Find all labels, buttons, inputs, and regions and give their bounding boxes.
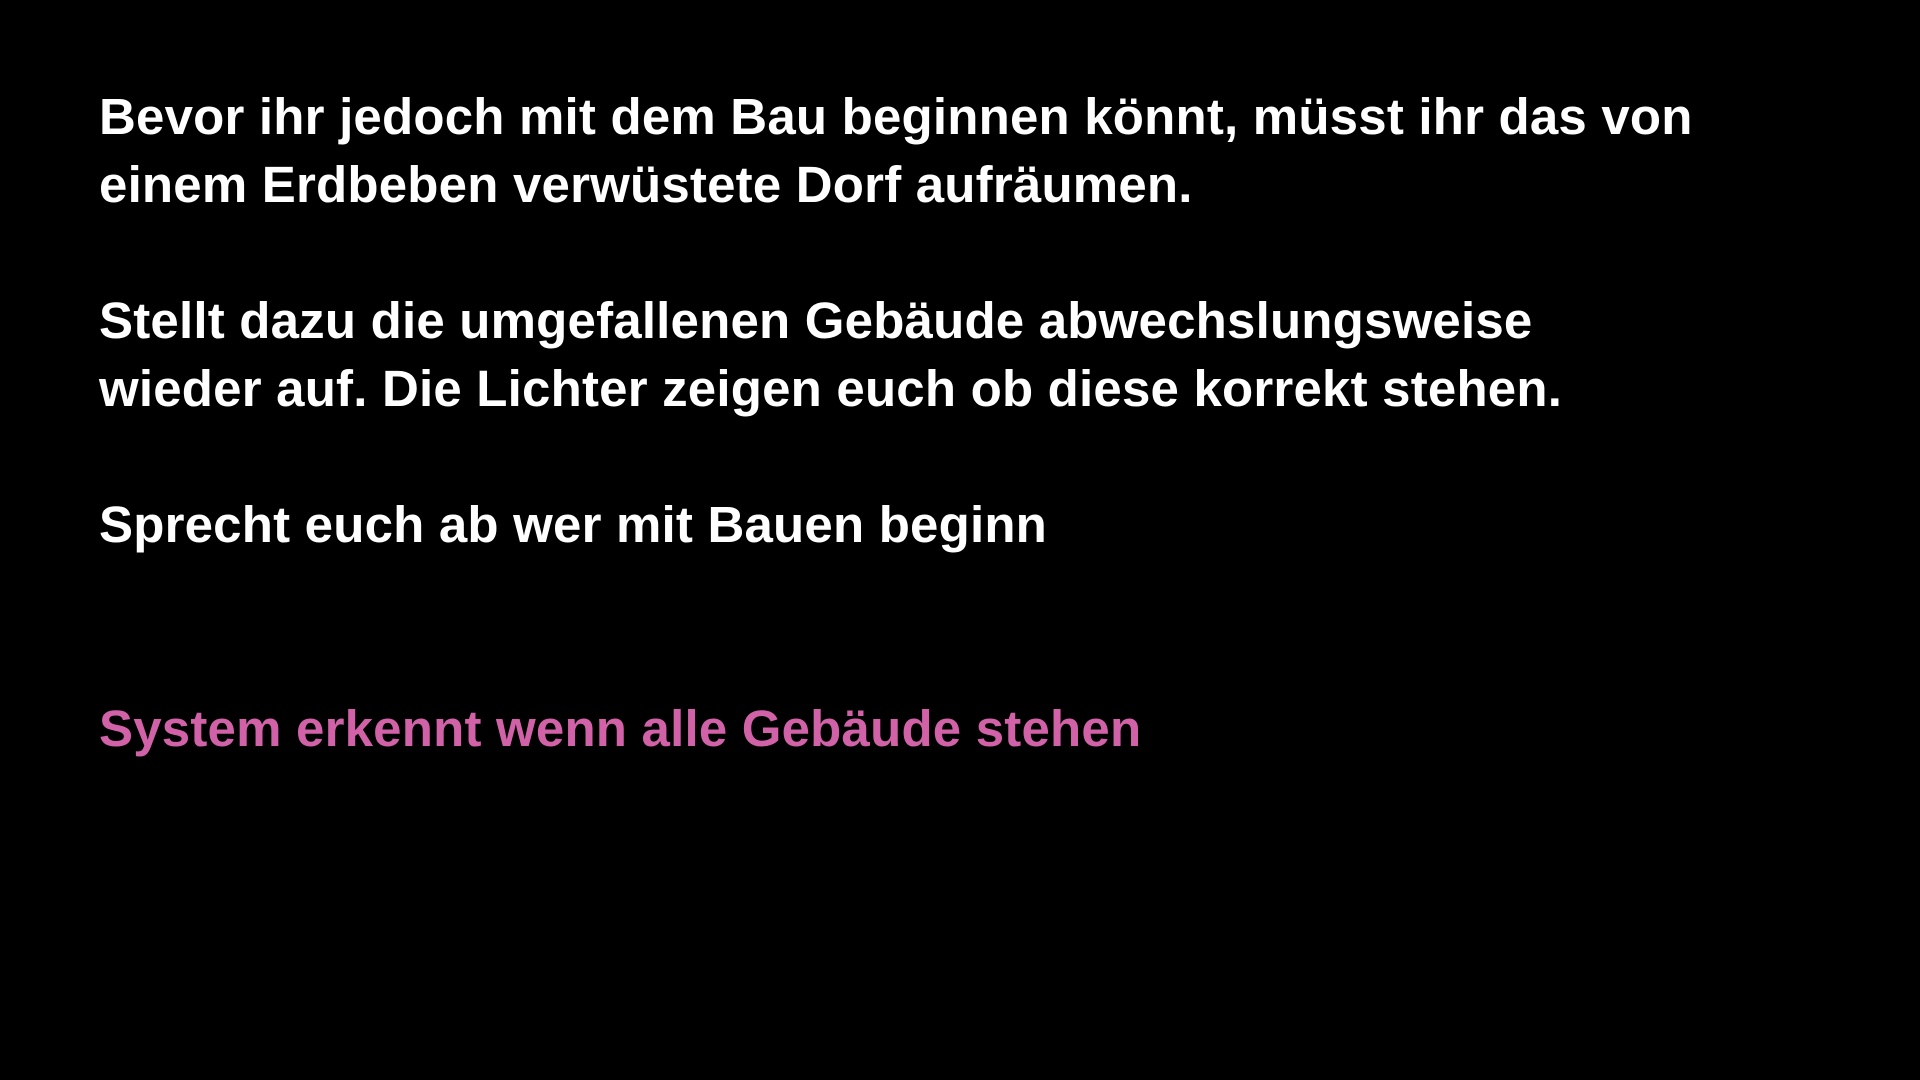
instruction-paragraph-cleanup: Bevor ihr jedoch mit dem Bau beginnen kö… (99, 83, 1920, 219)
text-line: Stellt dazu die umgefallenen Gebäude abw… (99, 292, 1533, 349)
instruction-paragraph-agree: Sprecht euch ab wer mit Bauen beginn (99, 491, 1920, 559)
text-line: einem Erdbeben verwüstete Dorf aufräumen… (99, 156, 1193, 213)
system-note: System erkennt wenn alle Gebäude stehen (99, 700, 1142, 757)
text-line: wieder auf. Die Lichter zeigen euch ob d… (99, 360, 1563, 417)
slide: Bevor ihr jedoch mit dem Bau beginnen kö… (0, 0, 1920, 1080)
text-line: Bevor ihr jedoch mit dem Bau beginnen kö… (99, 88, 1693, 145)
text-line: Sprecht euch ab wer mit Bauen beginn (99, 496, 1048, 553)
instruction-paragraph-rebuild: Stellt dazu die umgefallenen Gebäude abw… (99, 287, 1920, 423)
